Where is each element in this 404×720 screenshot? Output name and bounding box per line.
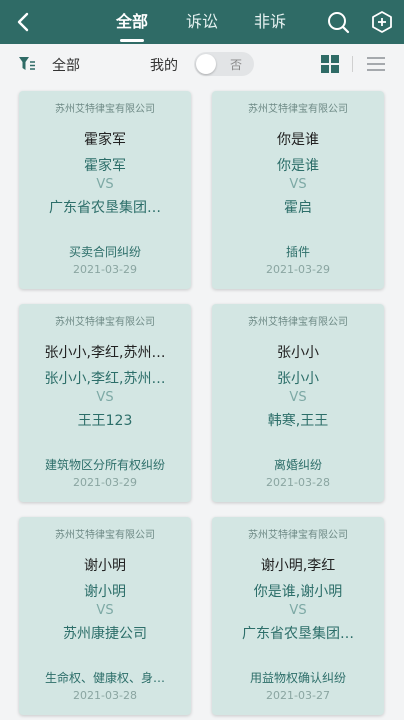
card-company: 苏州艾特律宝有限公司 — [248, 317, 348, 328]
card-title: 谢小明 — [84, 558, 126, 574]
card-plaintiff: 你是谁 — [277, 158, 319, 174]
case-card[interactable]: 苏州艾特律宝有限公司 霍家军 霍家军 VS 广东省农垦集团… 买卖合同纠纷 20… — [19, 91, 191, 289]
card-date: 2021-03-28 — [73, 689, 137, 702]
case-card[interactable]: 苏州艾特律宝有限公司 谢小明,李红 你是谁,谢小明 VS 广东省农垦集团… 用益… — [212, 517, 384, 715]
card-defendant: 韩寒,王王 — [267, 413, 329, 429]
card-defendant: 苏州康捷公司 — [63, 626, 147, 642]
card-vs: VS — [96, 603, 114, 618]
card-title: 谢小明,李红 — [260, 558, 336, 574]
card-company: 苏州艾特律宝有限公司 — [248, 530, 348, 541]
card-title: 张小小 — [277, 345, 319, 361]
card-title: 张小小,李红,苏州… — [44, 345, 166, 361]
card-defendant: 广东省农垦集团… — [49, 200, 161, 216]
filter-bar: 全部 我的 否 — [0, 44, 404, 84]
card-case-type: 离婚纠纷 — [273, 458, 322, 472]
card-case-type: 建筑物区分所有权纠纷 — [44, 458, 165, 472]
card-date: 2021-03-27 — [266, 689, 330, 702]
view-divider — [352, 56, 353, 72]
card-company: 苏州艾特律宝有限公司 — [55, 530, 155, 541]
toggle-knob — [196, 54, 216, 74]
card-title: 你是谁 — [277, 132, 319, 148]
mine-toggle[interactable]: 否 — [194, 52, 254, 76]
card-plaintiff: 张小小 — [277, 371, 319, 387]
card-plaintiff: 张小小,李红,苏州… — [44, 371, 166, 387]
card-defendant: 王王123 — [77, 413, 133, 429]
card-plaintiff: 你是谁,谢小明 — [253, 584, 343, 600]
card-defendant: 广东省农垦集团… — [242, 626, 354, 642]
tab-all[interactable]: 全部 — [116, 12, 148, 42]
card-date: 2021-03-29 — [266, 263, 330, 276]
card-company: 苏州艾特律宝有限公司 — [55, 104, 155, 115]
case-card[interactable]: 苏州艾特律宝有限公司 张小小,李红,苏州… 张小小,李红,苏州… VS 王王12… — [19, 304, 191, 502]
card-company: 苏州艾特律宝有限公司 — [55, 317, 155, 328]
card-date: 2021-03-29 — [73, 263, 137, 276]
card-plaintiff: 谢小明 — [84, 584, 126, 600]
card-company: 苏州艾特律宝有限公司 — [248, 104, 348, 115]
list-view-icon[interactable] — [366, 55, 386, 73]
card-vs: VS — [289, 603, 307, 618]
add-hexagon-icon[interactable] — [370, 10, 394, 34]
mine-label: 我的 — [150, 58, 178, 74]
back-arrow-icon[interactable] — [12, 10, 36, 34]
filter-label[interactable]: 全部 — [52, 55, 80, 75]
grid-view-icon[interactable] — [320, 54, 340, 74]
tab-litigation[interactable]: 诉讼 — [186, 12, 218, 36]
card-defendant: 霍启 — [284, 200, 312, 216]
top-nav-bar: 全部 诉讼 非诉 — [0, 0, 404, 44]
card-date: 2021-03-28 — [266, 476, 330, 489]
case-card[interactable]: 苏州艾特律宝有限公司 你是谁 你是谁 VS 霍启 插件 2021-03-29 — [212, 91, 384, 289]
case-card[interactable]: 苏州艾特律宝有限公司 谢小明 谢小明 VS 苏州康捷公司 生命权、健康权、身… … — [19, 517, 191, 715]
card-case-type: 买卖合同纠纷 — [68, 245, 141, 259]
card-title: 霍家军 — [84, 132, 126, 148]
search-icon[interactable] — [326, 10, 350, 34]
card-case-type: 用益物权确认纠纷 — [249, 671, 346, 685]
filter-icon[interactable] — [18, 56, 36, 72]
toggle-text: 否 — [230, 58, 243, 72]
tab-non-litigation[interactable]: 非诉 — [254, 12, 286, 36]
card-vs: VS — [96, 390, 114, 405]
card-vs: VS — [289, 390, 307, 405]
case-card[interactable]: 苏州艾特律宝有限公司 张小小 张小小 VS 韩寒,王王 离婚纠纷 2021-03… — [212, 304, 384, 502]
card-case-type: 生命权、健康权、身… — [44, 671, 165, 685]
card-vs: VS — [96, 177, 114, 192]
card-case-type: 插件 — [285, 245, 310, 259]
card-plaintiff: 霍家军 — [84, 158, 126, 174]
card-vs: VS — [289, 177, 307, 192]
card-date: 2021-03-29 — [73, 476, 137, 489]
